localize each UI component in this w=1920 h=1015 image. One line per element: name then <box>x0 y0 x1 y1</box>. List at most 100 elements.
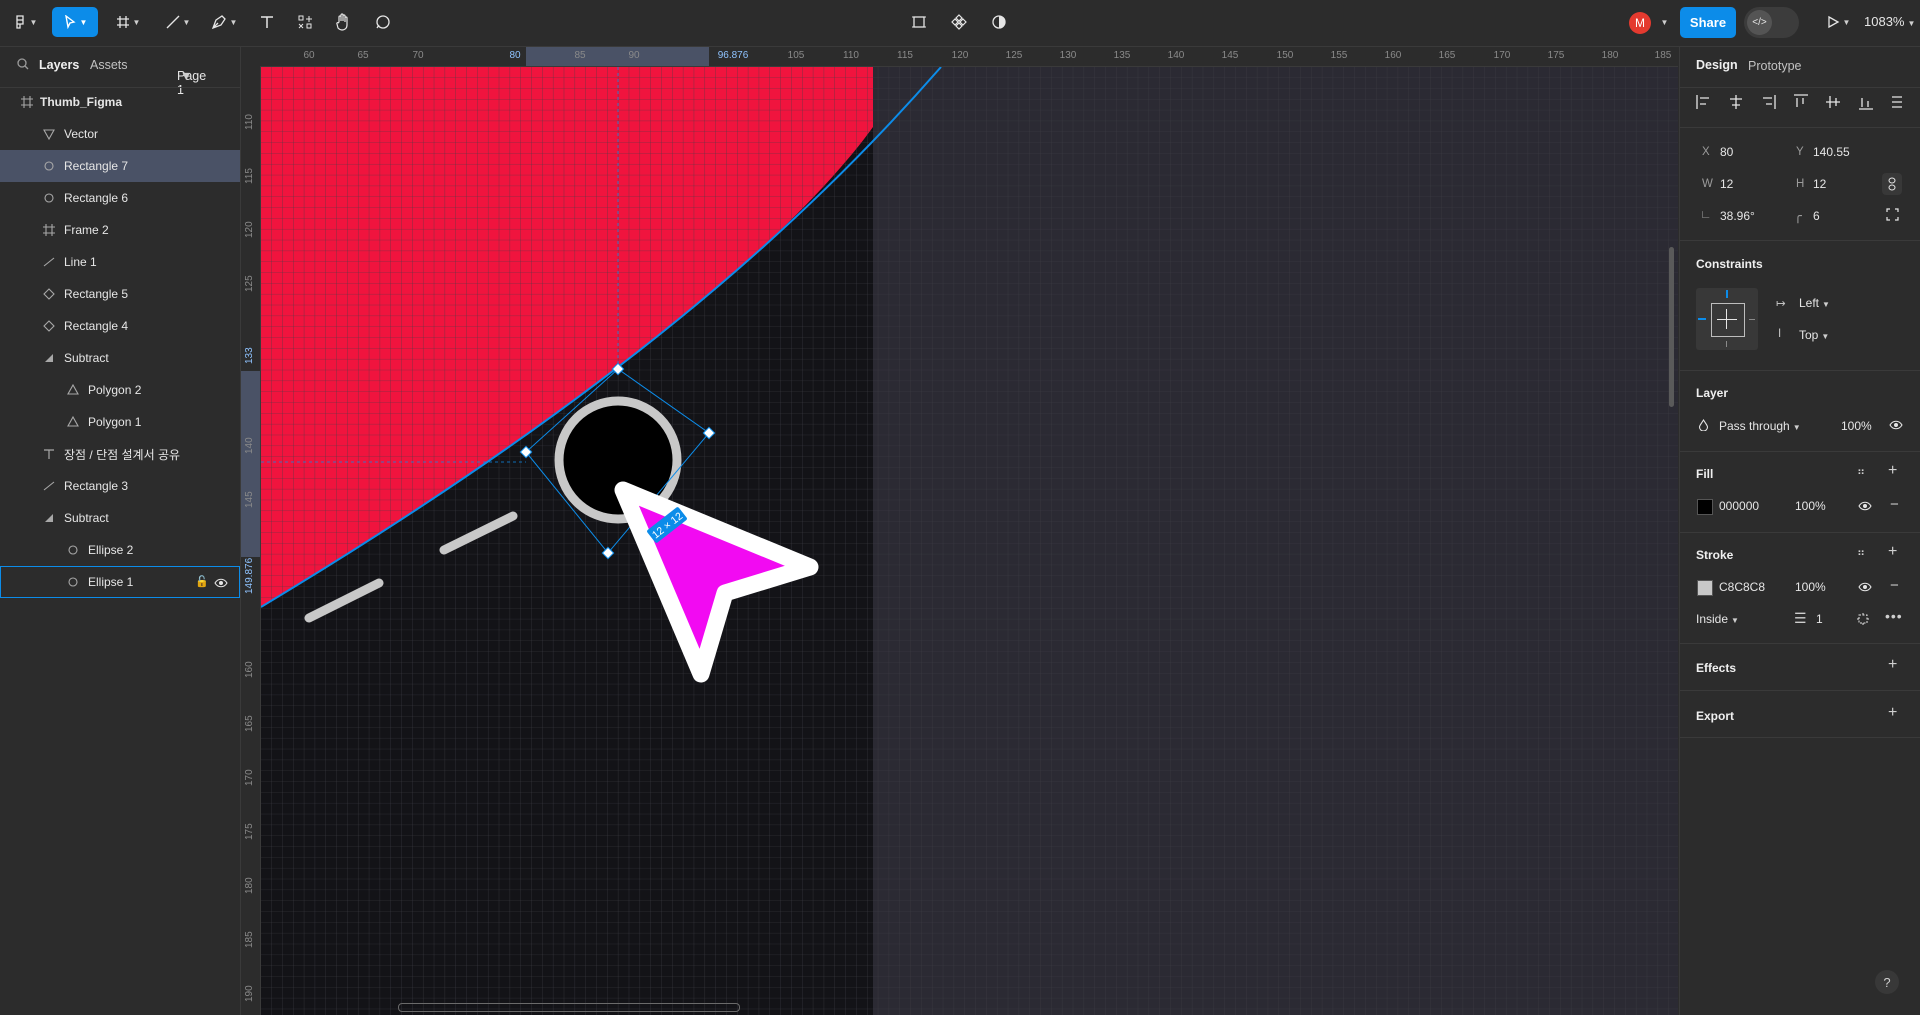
help-button[interactable]: ? <box>1875 970 1899 994</box>
stroke-opacity-input[interactable]: 100% <box>1795 580 1826 594</box>
tab-assets[interactable]: Assets <box>90 58 128 72</box>
stroke-color-swatch[interactable] <box>1697 580 1713 596</box>
main-menu-button[interactable]: ▼ <box>8 7 42 37</box>
fill-color-swatch[interactable] <box>1697 499 1713 515</box>
layer-row[interactable]: Subtract <box>0 502 240 534</box>
layer-row[interactable]: Rectangle 3 <box>0 470 240 502</box>
y-input[interactable]: 140.55 <box>1813 145 1850 159</box>
unlock-icon[interactable]: 🔓 <box>195 575 209 588</box>
ruler-tick-label: 185 <box>1654 50 1672 61</box>
ruler-tick-label: 135 <box>1113 50 1131 61</box>
share-button[interactable]: Share <box>1680 7 1736 38</box>
layer-row[interactable]: Polygon 2 <box>0 374 240 406</box>
add-fill-icon[interactable]: + <box>1888 462 1897 480</box>
blend-mode-select[interactable]: Pass through ▼ <box>1719 419 1801 433</box>
comment-tool-button[interactable] <box>368 7 398 37</box>
add-stroke-icon[interactable]: + <box>1888 543 1897 561</box>
eye-icon[interactable] <box>214 577 228 591</box>
user-avatar[interactable]: M <box>1629 12 1651 34</box>
layer-row[interactable]: Polygon 1 <box>0 406 240 438</box>
styles-grid-icon[interactable]: ⠶ <box>1857 546 1865 559</box>
ruler-tick-label: 115 <box>897 50 913 61</box>
layer-opacity-input[interactable]: 100% <box>1841 419 1872 433</box>
ruler-tick-label: 175 <box>1547 50 1565 61</box>
layer-row[interactable]: Rectangle 4 <box>0 310 240 342</box>
layer-label: 장점 / 단점 설계서 공유 <box>64 447 181 462</box>
layer-row[interactable]: Thumb_Figma <box>0 86 240 118</box>
styles-grid-icon[interactable]: ⠶ <box>1857 465 1865 478</box>
layer-label: Ellipse 1 <box>88 575 134 589</box>
search-icon[interactable] <box>17 58 29 73</box>
ruler-tick-label: 145 <box>1221 50 1239 61</box>
crop-button[interactable] <box>904 7 934 37</box>
component-button[interactable] <box>944 7 974 37</box>
ruler-tick-label: 165 <box>1438 50 1456 61</box>
diamond-icon <box>42 287 56 301</box>
layer-row[interactable]: Subtract <box>0 342 240 374</box>
fill-opacity-input[interactable]: 100% <box>1795 499 1826 513</box>
constrain-proportions-button[interactable] <box>1882 173 1902 195</box>
remove-stroke-icon[interactable]: − <box>1890 577 1899 594</box>
divider <box>1680 127 1920 128</box>
layer-label: Rectangle 5 <box>64 287 129 301</box>
divider <box>1680 532 1920 533</box>
independent-corners-icon[interactable] <box>1886 208 1899 221</box>
eye-icon[interactable] <box>1889 420 1903 430</box>
layer-row[interactable]: Ellipse 1 🔓 <box>0 566 240 598</box>
layer-row[interactable]: Rectangle 5 <box>0 278 240 310</box>
canvas[interactable]: 12 × 12 <box>261 67 1678 1015</box>
vertical-constraint-icon: I <box>1778 328 1782 340</box>
tab-prototype[interactable]: Prototype <box>1748 59 1802 73</box>
ruler-selection-highlight <box>526 47 709 66</box>
frame-tool-button[interactable]: ▼ <box>110 7 146 37</box>
mask-button[interactable] <box>984 7 1014 37</box>
resources-button[interactable] <box>290 7 320 37</box>
ruler-tick-label: 60 <box>303 50 315 61</box>
layer-row[interactable]: Rectangle 6 <box>0 182 240 214</box>
h-input[interactable]: 12 <box>1813 177 1826 191</box>
pen-tool-button[interactable]: ▼ <box>206 7 242 37</box>
ellipse-icon <box>42 159 56 173</box>
ruler-tick-label: 155 <box>1330 50 1348 61</box>
eye-icon[interactable] <box>1858 501 1872 511</box>
dev-mode-toggle[interactable]: </> <box>1744 7 1799 38</box>
move-tool-button[interactable]: ▼ <box>52 7 98 37</box>
add-export-icon[interactable]: + <box>1888 704 1897 722</box>
subtract-icon <box>42 511 56 525</box>
resources-icon <box>298 15 312 29</box>
x-input[interactable]: 80 <box>1720 145 1733 159</box>
layer-row[interactable]: Ellipse 2 <box>0 534 240 566</box>
line-tool-button[interactable]: ▼ <box>160 7 196 37</box>
layer-row[interactable]: Frame 2 <box>0 214 240 246</box>
vertical-scrollbar[interactable] <box>1669 247 1674 407</box>
text-tool-button[interactable] <box>252 7 282 37</box>
constraints-widget[interactable] <box>1696 288 1758 350</box>
eye-icon[interactable] <box>1858 582 1872 592</box>
hand-tool-button[interactable] <box>328 7 358 37</box>
ruler-tick-label: 140 <box>1167 50 1185 61</box>
layer-row[interactable]: Rectangle 7 <box>0 150 240 182</box>
tab-design[interactable]: Design <box>1696 58 1738 72</box>
remove-fill-icon[interactable]: − <box>1890 496 1899 513</box>
horizontal-scrollbar[interactable] <box>398 1003 740 1012</box>
stroke-sides-icon[interactable] <box>1856 612 1870 626</box>
stroke-weight-input[interactable]: 1 <box>1816 612 1823 626</box>
tab-layers[interactable]: Layers <box>39 58 79 72</box>
horizontal-constraint-select[interactable]: Left ▼ <box>1799 296 1830 310</box>
stroke-hex-input[interactable]: C8C8C8 <box>1719 580 1765 594</box>
fill-hex-input[interactable]: 000000 <box>1719 499 1759 513</box>
vertical-constraint-select[interactable]: Top ▼ <box>1799 328 1829 342</box>
add-effect-icon[interactable]: + <box>1888 656 1897 674</box>
present-button[interactable]: ▼ <box>1820 7 1856 37</box>
layer-row[interactable]: 장점 / 단점 설계서 공유 <box>0 438 240 470</box>
layer-row[interactable]: Vector <box>0 118 240 150</box>
collaborators-dropdown[interactable]: ▼ <box>1655 7 1671 37</box>
layer-row[interactable]: Line 1 <box>0 246 240 278</box>
zoom-level[interactable]: 1083% ▼ <box>1864 14 1915 29</box>
stroke-position-select[interactable]: Inside ▼ <box>1696 612 1739 626</box>
w-input[interactable]: 12 <box>1720 177 1733 191</box>
corner-radius-input[interactable]: 6 <box>1813 209 1820 223</box>
ruler-tick-label: 160 <box>244 661 255 678</box>
rotation-input[interactable]: 38.96° <box>1720 209 1755 223</box>
more-options-icon[interactable]: ••• <box>1885 608 1903 624</box>
